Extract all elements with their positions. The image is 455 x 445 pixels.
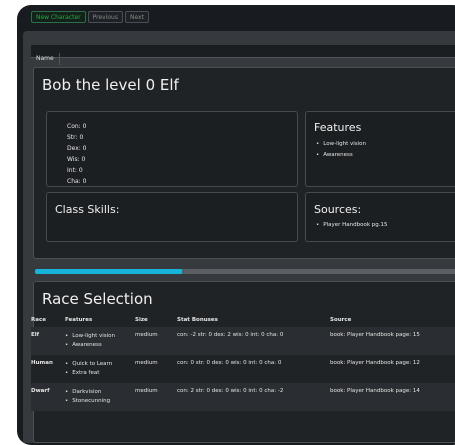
- column-header-stat-bonuses: Stat Bonuses: [177, 317, 218, 323]
- table-row[interactable]: Elf Low-light vision Awareness medium co…: [31, 327, 455, 355]
- features-list: Low-light vision Awareness: [316, 139, 366, 161]
- race-source: book: Player Handbook page: 12: [330, 360, 420, 366]
- stat-int: Int: 0: [67, 167, 83, 174]
- race-features: Darkvision Stonecunning: [65, 383, 135, 411]
- race-name: Human: [31, 360, 53, 366]
- race-size: medium: [135, 388, 158, 394]
- tab-name[interactable]: Name: [31, 53, 60, 65]
- list-item: Extra feat: [65, 369, 129, 378]
- new-character-button[interactable]: New Character: [31, 11, 86, 23]
- list-item: Awareness: [65, 341, 129, 350]
- class-skills-panel: Class Skills:: [46, 192, 298, 242]
- features-title: Features: [314, 121, 362, 134]
- list-item: Darkvision: [65, 388, 129, 397]
- column-header-features: Features: [65, 317, 93, 323]
- list-item: Player Handbook pg.15: [316, 220, 387, 231]
- race-source: book: Player Handbook page: 15: [330, 332, 420, 338]
- race-name: Elf: [31, 332, 40, 338]
- stat-cha: Cha: 0: [67, 178, 87, 185]
- race-stat-bonuses: con: -2 str: 0 dex: 2 wis: 0 int: 0 cha:…: [177, 332, 284, 338]
- race-size: medium: [135, 332, 158, 338]
- next-button[interactable]: Next: [124, 11, 149, 23]
- app-window: New Character Previous Next Name Bob the…: [17, 5, 455, 445]
- main-panel: Name Bob the level 0 Elf Con: 0 Str: 0 D…: [23, 31, 455, 443]
- list-item: Quick to Learn: [65, 360, 129, 369]
- table-header-row: Race Features Size Stat Bonuses Source: [31, 313, 455, 327]
- stats-panel: Con: 0 Str: 0 Dex: 0 Wis: 0 Int: 0 Cha: …: [46, 111, 298, 187]
- race-stat-bonuses: con: 0 str: 0 dex: 0 wis: 0 int: 0 cha: …: [177, 360, 282, 366]
- class-skills-title: Class Skills:: [55, 203, 120, 216]
- stat-wis: Wis: 0: [67, 156, 86, 163]
- stats-list: Con: 0 Str: 0 Dex: 0 Wis: 0 Int: 0 Cha: …: [67, 121, 87, 187]
- toolbar: New Character Previous Next: [31, 11, 149, 23]
- character-title: Bob the level 0 Elf: [42, 76, 179, 94]
- race-selection-title: Race Selection: [42, 290, 153, 308]
- progress-bar: [35, 269, 455, 274]
- sources-list: Player Handbook pg.15: [316, 220, 387, 231]
- progress-fill: [35, 269, 182, 274]
- column-header-source: Source: [330, 317, 352, 323]
- race-source: book: Player Handbook page: 14: [330, 388, 420, 394]
- list-item: Low-light vision: [316, 139, 366, 150]
- stat-str: Str: 0: [67, 134, 84, 141]
- character-card: Bob the level 0 Elf Con: 0 Str: 0 Dex: 0…: [33, 67, 455, 259]
- list-item: Stonecunning: [65, 397, 129, 406]
- stat-con: Con: 0: [67, 123, 87, 130]
- table-row[interactable]: Human Quick to Learn Extra feat medium c…: [31, 355, 455, 383]
- tab-bar: Name: [31, 45, 455, 65]
- features-panel: Features Low-light vision Awareness: [305, 111, 455, 187]
- sources-title: Sources:: [314, 203, 362, 216]
- previous-button[interactable]: Previous: [87, 11, 123, 23]
- race-features: Low-light vision Awareness: [65, 327, 135, 355]
- race-size: medium: [135, 360, 158, 366]
- race-features: Quick to Learn Extra feat: [65, 355, 135, 383]
- race-name: Dwarf: [31, 388, 50, 394]
- list-item: Awareness: [316, 150, 366, 161]
- race-stat-bonuses: con: 2 str: 0 dex: 0 wis: 0 int: 0 cha: …: [177, 388, 284, 394]
- sources-panel: Sources: Player Handbook pg.15: [305, 192, 455, 242]
- stat-dex: Dex: 0: [67, 145, 87, 152]
- column-header-size: Size: [135, 317, 148, 323]
- table-row[interactable]: Dwarf Darkvision Stonecunning medium con…: [31, 383, 455, 411]
- column-header-race: Race: [31, 317, 46, 323]
- list-item: Low-light vision: [65, 332, 129, 341]
- race-table: Race Features Size Stat Bonuses Source E…: [31, 313, 455, 411]
